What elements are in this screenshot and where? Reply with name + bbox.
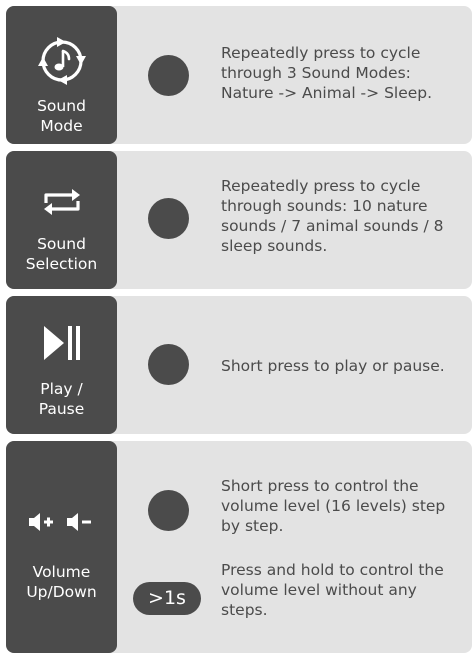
volume-up-down-icon (6, 511, 117, 533)
sound-selection-description: Repeatedly press to cycle through sounds… (221, 177, 444, 255)
sound-mode-tile: Sound Mode (6, 6, 117, 144)
sound-selection-tile: Sound Selection (6, 151, 117, 289)
sound-mode-description: Repeatedly press to cycle through 3 Soun… (221, 44, 433, 102)
play-pause-tile: Play / Pause (6, 296, 117, 434)
volume-short-press-description: Short press to control the volume level … (221, 477, 446, 535)
sound-mode-button[interactable] (148, 55, 189, 96)
music-note-cycle-icon (6, 36, 117, 86)
play-pause-icon (6, 322, 117, 364)
volume-short-press-button[interactable] (148, 490, 189, 531)
play-pause-button[interactable] (148, 344, 189, 385)
repeat-icon (6, 181, 117, 223)
volume-hold-description: Press and hold to control the volume lev… (221, 561, 444, 619)
play-pause-label: Play / Pause (38, 380, 85, 418)
sound-selection-button[interactable] (148, 198, 189, 239)
hold-duration-badge: >1s (133, 582, 201, 615)
play-pause-description: Short press to play or pause. (221, 357, 445, 375)
sound-selection-label: Sound Selection (25, 235, 98, 273)
volume-tile: Volume Up/Down (6, 441, 117, 653)
sound-mode-label: Sound Mode (37, 97, 86, 135)
volume-label: Volume Up/Down (26, 563, 97, 601)
